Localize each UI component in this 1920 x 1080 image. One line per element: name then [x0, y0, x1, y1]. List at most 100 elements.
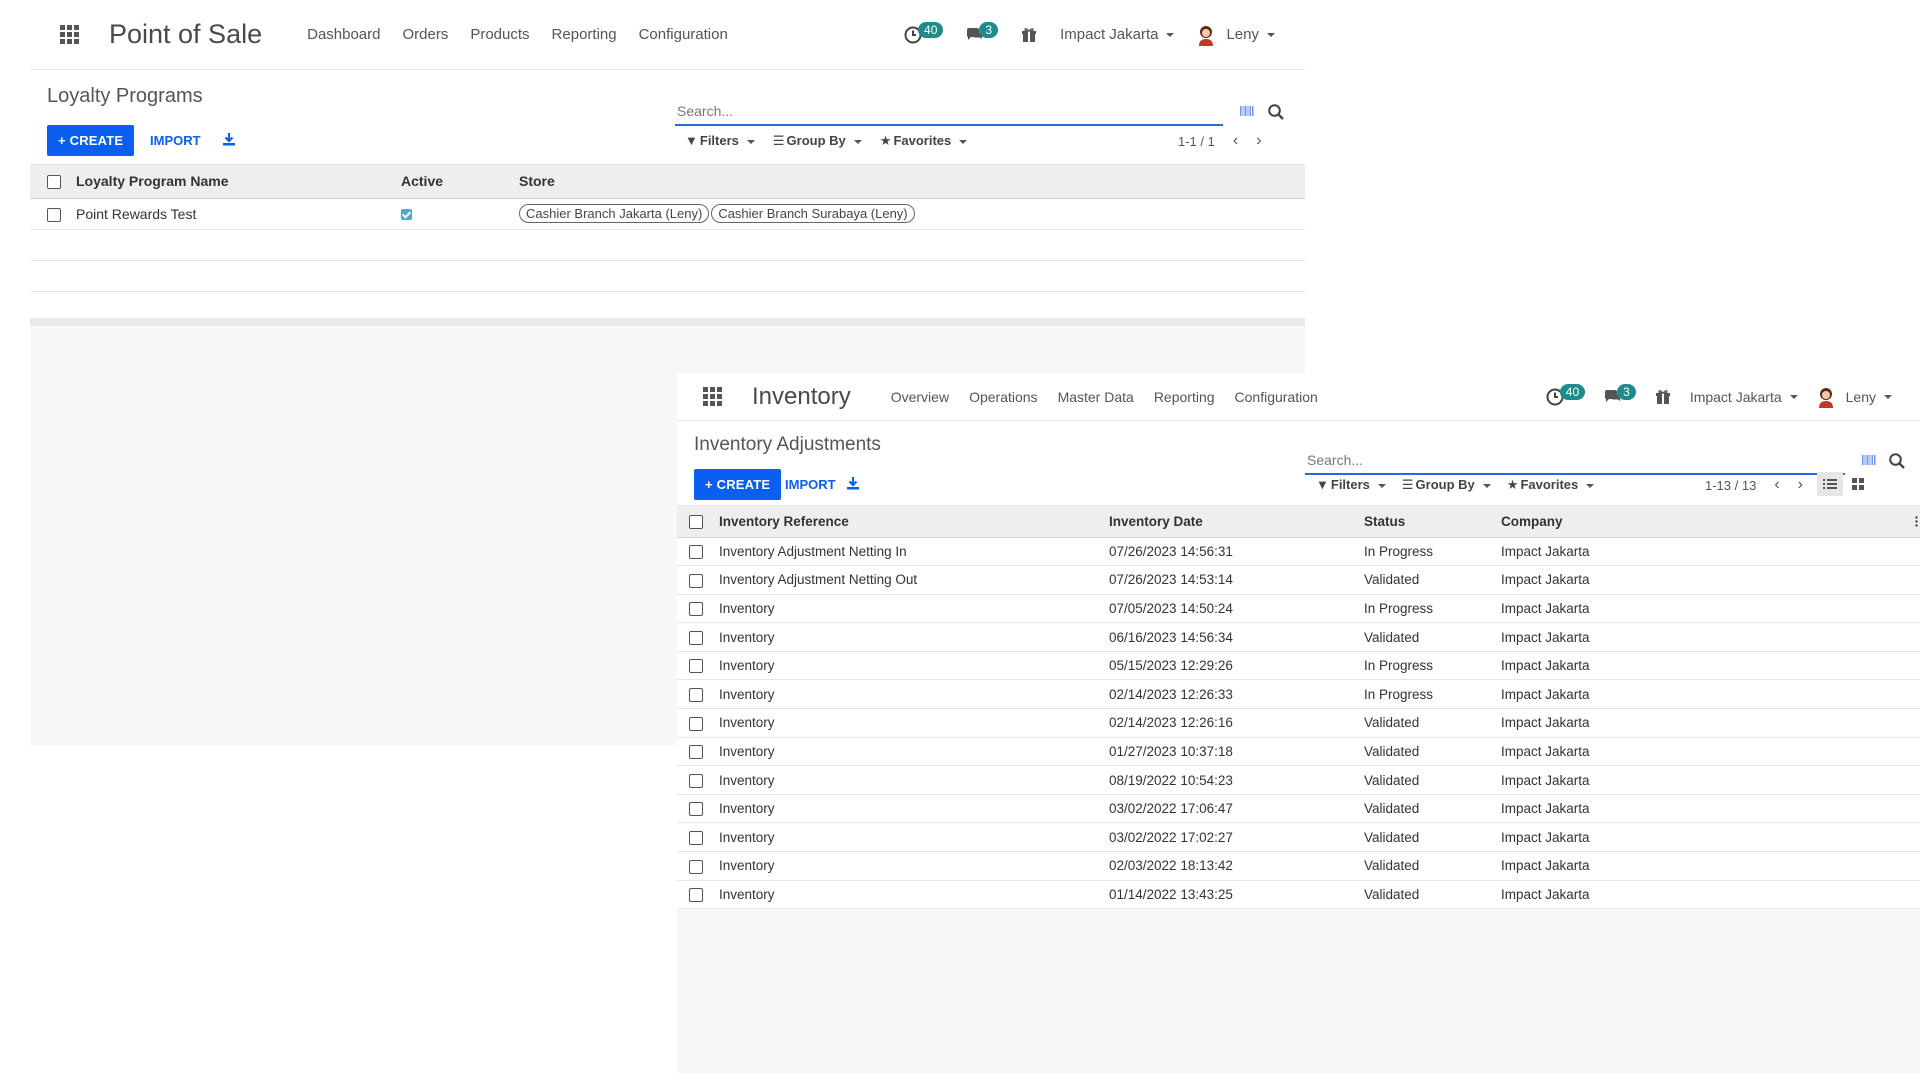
chevron-left-icon[interactable]: ‹ [1233, 132, 1238, 150]
select-all-checkbox[interactable] [689, 514, 703, 529]
gift-icon[interactable] [1020, 26, 1038, 44]
company-switcher[interactable]: Impact Jakarta [1060, 26, 1175, 43]
cell-reference[interactable]: Inventory [713, 594, 1103, 624]
cell-company[interactable]: Impact Jakarta [1495, 651, 1920, 681]
groupby-dropdown[interactable]: ☰ Group By [773, 133, 862, 149]
cell-status[interactable]: Validated [1358, 622, 1495, 652]
table-row[interactable]: Inventory Adjustment Netting Out 07/26/20… [677, 565, 1920, 595]
cell-date[interactable]: 02/14/2023 12:26:33 [1103, 679, 1358, 710]
table-row[interactable]: Inventory 02/14/2023 12:26:33 In Progress I… [677, 679, 1920, 710]
row-checkbox-cell[interactable] [677, 537, 713, 567]
cell-date[interactable]: 08/19/2022 10:54:23 [1103, 765, 1358, 795]
cell-date[interactable]: 02/14/2023 12:26:16 [1103, 708, 1358, 738]
user-menu[interactable]: Leny [1816, 386, 1892, 408]
row-checkbox-cell[interactable] [677, 708, 713, 738]
cell-date[interactable]: 03/02/2022 17:06:47 [1103, 794, 1358, 824]
row-checkbox-cell[interactable] [677, 794, 713, 824]
activity-menu[interactable]: 40 [904, 21, 944, 44]
app-title[interactable]: Inventory [752, 383, 851, 411]
row-checkbox-cell[interactable] [677, 851, 713, 881]
apps-grid-icon[interactable] [703, 387, 722, 406]
select-all-checkbox-cell[interactable] [30, 165, 70, 199]
row-checkbox[interactable] [689, 716, 703, 731]
cell-status[interactable]: In Progress [1358, 537, 1495, 567]
cell-store[interactable]: Cashier Branch Jakarta (Leny) Cashier Bra… [513, 198, 1305, 230]
cell-status[interactable]: Validated [1358, 737, 1495, 767]
cell-status[interactable]: In Progress [1358, 679, 1495, 710]
cell-reference[interactable]: Inventory [713, 880, 1103, 910]
table-row[interactable]: Inventory 01/14/2022 13:43:25 Validated Imp… [677, 880, 1920, 910]
cell-date[interactable]: 02/03/2022 18:13:42 [1103, 851, 1358, 881]
company-switcher[interactable]: Impact Jakarta [1690, 389, 1798, 405]
row-checkbox[interactable] [689, 602, 703, 617]
menu-operations[interactable]: Operations [969, 389, 1037, 405]
menu-master-data[interactable]: Master Data [1058, 389, 1134, 405]
cell-reference[interactable]: Inventory [713, 765, 1103, 795]
cell-company[interactable]: Impact Jakarta [1495, 708, 1920, 738]
row-checkbox[interactable] [689, 888, 703, 903]
menu-products[interactable]: Products [470, 26, 529, 43]
cell-company[interactable]: Impact Jakarta [1495, 822, 1920, 853]
cell-status[interactable]: In Progress [1358, 594, 1495, 624]
barcode-icon[interactable] [1238, 102, 1256, 120]
row-checkbox[interactable] [689, 687, 703, 702]
cell-date[interactable]: 07/26/2023 14:56:31 [1103, 537, 1358, 567]
table-row[interactable]: Point Rewards Test Cashier Branch Jakart… [30, 198, 1305, 230]
cell-reference[interactable]: Inventory [713, 622, 1103, 652]
cell-date[interactable]: 01/27/2023 10:37:18 [1103, 737, 1358, 767]
user-menu[interactable]: Leny [1196, 24, 1275, 46]
menu-configuration[interactable]: Configuration [1235, 389, 1318, 405]
cell-company[interactable]: Impact Jakarta [1495, 737, 1920, 767]
cell-company[interactable]: Impact Jakarta [1495, 765, 1920, 795]
list-view-icon[interactable] [1817, 472, 1843, 496]
cell-status[interactable]: In Progress [1358, 651, 1495, 681]
column-header-company[interactable]: Company [1495, 506, 1920, 538]
row-checkbox[interactable] [689, 630, 703, 645]
cell-reference[interactable]: Inventory Adjustment Netting In [713, 537, 1103, 567]
cell-company[interactable]: Impact Jakarta [1495, 565, 1920, 595]
row-checkbox-cell[interactable] [677, 622, 713, 652]
cell-company[interactable]: Impact Jakarta [1495, 679, 1920, 710]
column-header-name[interactable]: Loyalty Program Name [70, 165, 395, 199]
favorites-dropdown[interactable]: ★ Favorites [1507, 477, 1595, 493]
row-checkbox[interactable] [689, 830, 703, 845]
cell-status[interactable]: Validated [1358, 708, 1495, 738]
menu-configuration[interactable]: Configuration [639, 26, 728, 43]
cell-date[interactable]: 07/26/2023 14:53:14 [1103, 565, 1358, 595]
column-header-reference[interactable]: Inventory Reference [713, 506, 1103, 538]
create-button[interactable]: + CREATE [694, 469, 782, 500]
cell-name[interactable]: Point Rewards Test [70, 198, 395, 230]
search-input[interactable]: Search... [675, 100, 1223, 126]
pager-value[interactable]: 1-13 / 13 [1705, 478, 1756, 493]
cell-company[interactable]: Impact Jakarta [1495, 880, 1920, 910]
search-input[interactable]: Search... [1305, 449, 1845, 475]
apps-grid-icon[interactable] [60, 25, 79, 44]
table-row[interactable]: Inventory 02/14/2023 12:26:16 Validated Imp… [677, 708, 1920, 738]
select-all-checkbox-cell[interactable] [677, 506, 713, 538]
row-checkbox[interactable] [689, 773, 703, 788]
table-row[interactable]: Inventory 03/02/2022 17:02:27 Validated Imp… [677, 822, 1920, 853]
row-checkbox-cell[interactable] [677, 651, 713, 681]
table-row[interactable]: Inventory 05/15/2023 12:29:26 In Progress I… [677, 651, 1920, 681]
cell-status[interactable]: Validated [1358, 794, 1495, 824]
chevron-left-icon[interactable]: ‹ [1774, 476, 1779, 494]
table-row[interactable]: Inventory 08/19/2022 10:54:23 Validated Imp… [677, 765, 1920, 795]
cell-status[interactable]: Validated [1358, 765, 1495, 795]
messages-menu[interactable]: 3 [965, 21, 999, 44]
cell-reference[interactable]: Inventory [713, 851, 1103, 881]
cell-status[interactable]: Validated [1358, 822, 1495, 853]
column-options-icon[interactable] [1915, 516, 1918, 527]
row-checkbox[interactable] [689, 745, 703, 760]
chevron-right-icon[interactable]: › [1798, 476, 1803, 494]
cell-date[interactable]: 03/02/2022 17:02:27 [1103, 822, 1358, 853]
cell-status[interactable]: Validated [1358, 565, 1495, 595]
menu-overview[interactable]: Overview [891, 389, 949, 405]
menu-reporting[interactable]: Reporting [552, 26, 617, 43]
row-checkbox-cell[interactable] [677, 765, 713, 795]
cell-date[interactable]: 07/05/2023 14:50:24 [1103, 594, 1358, 624]
table-row[interactable]: Inventory 01/27/2023 10:37:18 Validated Imp… [677, 737, 1920, 767]
cell-status[interactable]: Validated [1358, 851, 1495, 881]
cell-reference[interactable]: Inventory [713, 708, 1103, 738]
create-button[interactable]: + CREATE [47, 125, 135, 156]
groupby-dropdown[interactable]: ☰ Group By [1402, 477, 1491, 493]
